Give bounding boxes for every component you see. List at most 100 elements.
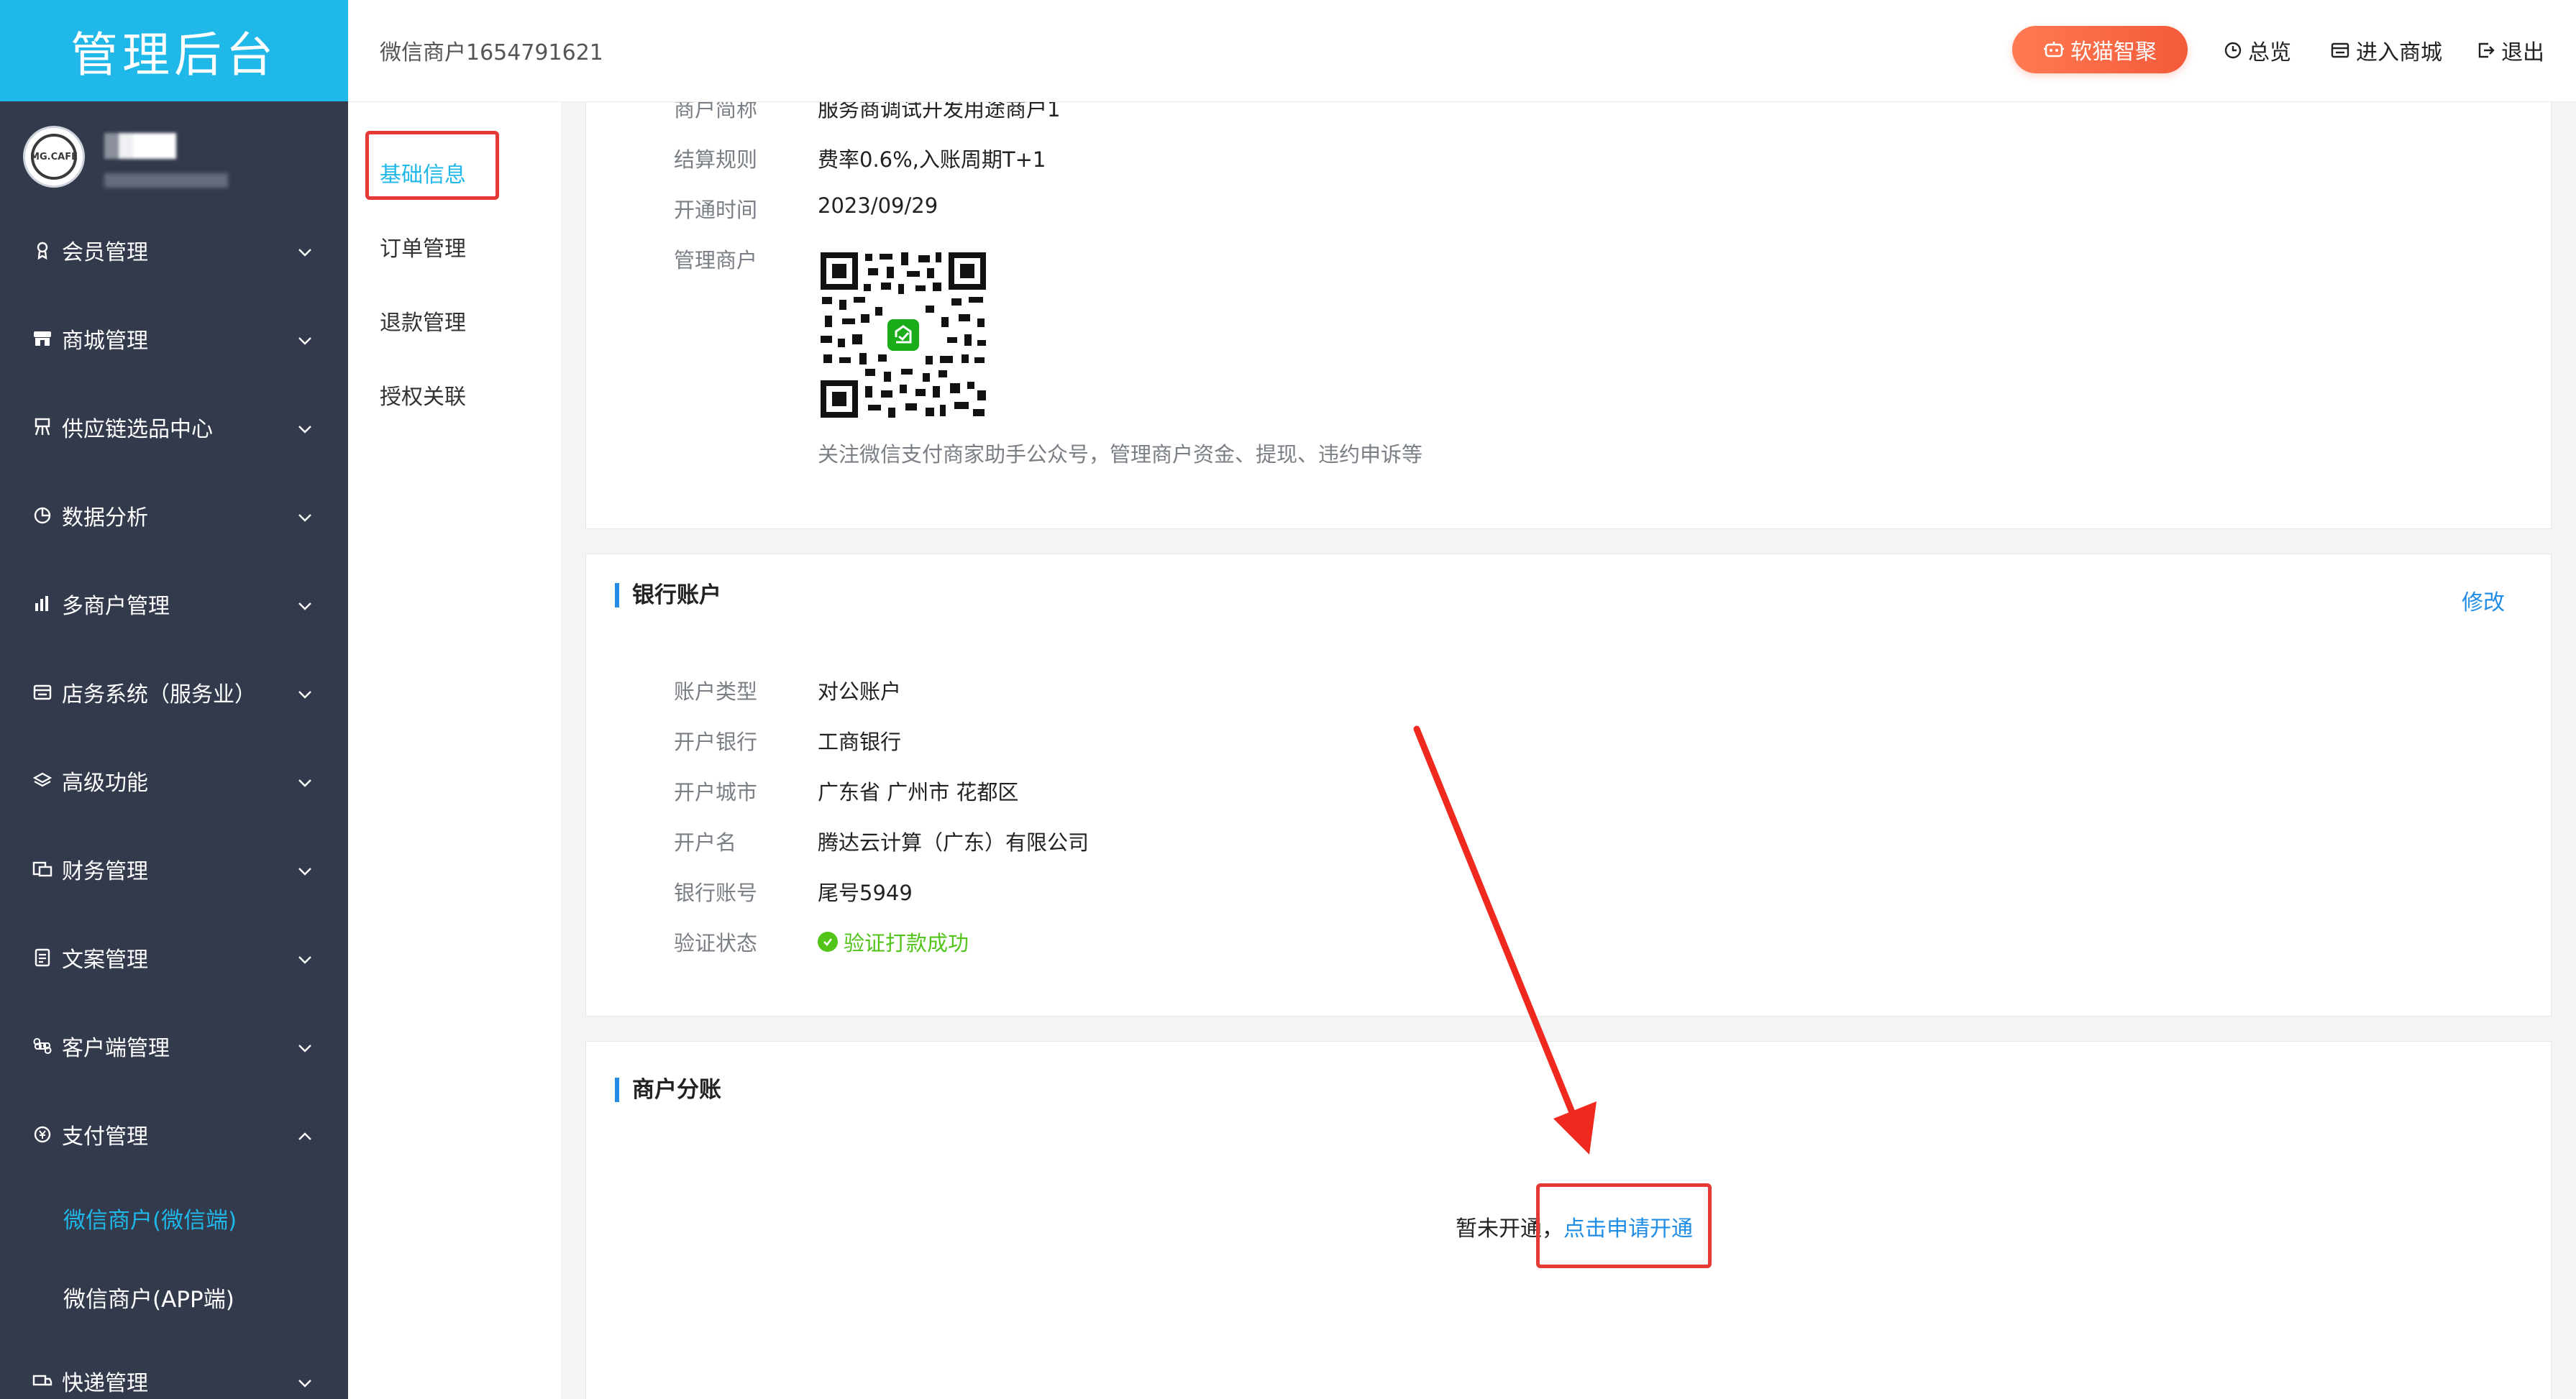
enter-mall-link[interactable]: 进入商城	[2330, 35, 2442, 66]
command-icon	[32, 1035, 53, 1057]
chevron-down-icon	[296, 1372, 314, 1398]
sidebar-item-label: 店务系统（服务业）	[62, 682, 256, 707]
field-label: 账户类型	[674, 679, 758, 704]
secondary-nav: 基础信息 订单管理 退款管理 授权关联	[348, 102, 562, 1399]
logout-icon	[2477, 41, 2501, 60]
chevron-down-icon	[296, 949, 314, 974]
sidebar-item-member[interactable]: 会员管理	[0, 206, 348, 294]
logout-link[interactable]: 退出	[2477, 35, 2544, 66]
avatar-logo-text: MG.CAFE	[30, 134, 78, 180]
sidebar-item-label: 文案管理	[62, 947, 148, 973]
field-label: 开通时间	[674, 198, 758, 222]
annotation-highlight-box	[1536, 1183, 1712, 1268]
blurred-username	[104, 133, 176, 159]
sidebar-item-shop[interactable]: 商城管理	[0, 294, 348, 382]
chevron-down-icon	[296, 507, 314, 532]
sidebar-subitem-wechat-merchant-app[interactable]: 微信商户(APP端)	[0, 1257, 348, 1336]
document-icon	[32, 947, 53, 968]
sidebar-item-finance[interactable]: 财务管理	[0, 825, 348, 913]
overview-link[interactable]: 总览	[2224, 35, 2291, 66]
check-circle-icon	[818, 932, 838, 952]
sidebar-item-multi-merchant[interactable]: 多商户管理	[0, 559, 348, 648]
verification-status-text: 验证打款成功	[844, 931, 969, 955]
qr-note: 关注微信支付商家助手公众号，管理商户资金、提现、违约申诉等	[818, 442, 1423, 467]
sidebar-item-label: 财务管理	[62, 858, 148, 884]
qr-code	[818, 249, 989, 423]
subnav-refund-management[interactable]: 退款管理	[380, 305, 466, 336]
logout-label: 退出	[2501, 40, 2544, 65]
logo[interactable]: 管理后台	[0, 0, 348, 101]
sidebar-item-express[interactable]: 快递管理	[0, 1336, 348, 1399]
robot-icon	[2043, 40, 2065, 59]
field-label: 结算规则	[674, 147, 758, 172]
sidebar-item-label: 客户端管理	[62, 1035, 170, 1061]
section-title: 商户分账	[615, 1078, 721, 1102]
blurred-account-info	[104, 173, 228, 188]
enter-mall-label: 进入商城	[2356, 40, 2442, 65]
supply-chain-icon	[32, 416, 53, 438]
sidebar-item-supply-chain[interactable]: 供应链选品中心	[0, 382, 348, 471]
sidebar-item-payment[interactable]: 支付管理	[0, 1090, 348, 1178]
sidebar-item-label: 多商户管理	[62, 593, 170, 619]
sidebar-item-data-analysis[interactable]: 数据分析	[0, 471, 348, 559]
sidebar-item-label: 高级功能	[62, 770, 148, 796]
sidebar-item-label: 快递管理	[62, 1370, 148, 1396]
edit-bank-account-link[interactable]: 修改	[2462, 584, 2505, 616]
chevron-down-icon	[296, 418, 314, 444]
field-label: 银行账号	[674, 881, 758, 905]
sidebar-item-client[interactable]: 客户端管理	[0, 1001, 348, 1090]
pie-chart-icon	[32, 505, 53, 526]
sidebar-item-advanced[interactable]: 高级功能	[0, 736, 348, 825]
payment-icon	[32, 1124, 53, 1145]
member-icon	[32, 239, 53, 261]
field-value: 对公账户	[818, 679, 902, 704]
field-label: 开户银行	[674, 730, 758, 754]
sidebar-item-label: 支付管理	[62, 1124, 148, 1150]
avatar[interactable]: MG.CAFE	[23, 126, 85, 188]
sidebar-item-label: 商城管理	[62, 328, 148, 354]
bank-account-card: 银行账户 修改 账户类型 对公账户 开户银行 工商银行 开户城市 广东省 广州市…	[585, 554, 2552, 1017]
clock-icon	[2224, 41, 2248, 60]
overview-label: 总览	[2248, 40, 2291, 65]
field-value: 工商银行	[818, 730, 902, 754]
verification-status: 验证打款成功	[818, 927, 969, 957]
subnav-order-management[interactable]: 订单管理	[380, 231, 466, 262]
chevron-down-icon	[296, 330, 314, 355]
chevron-down-icon	[296, 861, 314, 886]
field-value: 2023/09/29	[818, 193, 938, 218]
sidebar-item-store-system[interactable]: 店务系统（服务业）	[0, 648, 348, 736]
store-icon	[2330, 41, 2356, 60]
chevron-up-icon	[296, 1126, 314, 1151]
field-value: 尾号5949	[818, 881, 913, 905]
chevron-down-icon	[296, 242, 314, 267]
store-icon	[32, 682, 53, 703]
bar-chart-icon	[32, 593, 53, 615]
chevron-down-icon	[296, 1037, 314, 1063]
user-profile: MG.CAFE	[0, 101, 348, 206]
sidebar-subitem-wechat-merchant-wechat[interactable]: 微信商户(微信端)	[0, 1178, 348, 1257]
section-title: 银行账户	[615, 583, 721, 607]
express-icon	[32, 1370, 53, 1392]
sidebar-item-label: 会员管理	[62, 239, 148, 265]
sidebar-subitem-label: 微信商户(微信端)	[63, 1207, 237, 1234]
ai-assistant-label: 软猫智聚	[2070, 40, 2157, 65]
field-label: 开户城市	[674, 780, 758, 804]
layers-icon	[32, 770, 53, 792]
chevron-down-icon	[296, 595, 314, 620]
subnav-authorization[interactable]: 授权关联	[380, 379, 466, 410]
sidebar-item-label: 供应链选品中心	[62, 416, 213, 442]
basic-info-card: 商户简称 服务商调试开发用途商户1 结算规则 费率0.6%,入账周期T+1 开通…	[585, 102, 2552, 529]
chevron-down-icon	[296, 684, 314, 709]
field-value: 腾达云计算（广东）有限公司	[818, 830, 1090, 855]
top-header: 微信商户1654791621 软猫智聚 总览 进入商城 退出	[348, 0, 2576, 102]
page-title: 微信商户1654791621	[380, 40, 603, 65]
field-label: 商户简称	[674, 102, 758, 121]
field-value: 费率0.6%,入账周期T+1	[818, 147, 1046, 172]
shop-icon	[32, 328, 53, 349]
sidebar-item-copywriting[interactable]: 文案管理	[0, 913, 348, 1001]
ai-assistant-button[interactable]: 软猫智聚	[2012, 26, 2188, 73]
sidebar-menu: 会员管理 商城管理 供应链选品中心 数据分析 多商户管理 店务系统（服务业） 高…	[0, 206, 348, 1399]
sidebar-item-label: 数据分析	[62, 505, 148, 531]
field-label: 验证状态	[674, 931, 758, 955]
field-label: 管理商户	[674, 248, 758, 272]
